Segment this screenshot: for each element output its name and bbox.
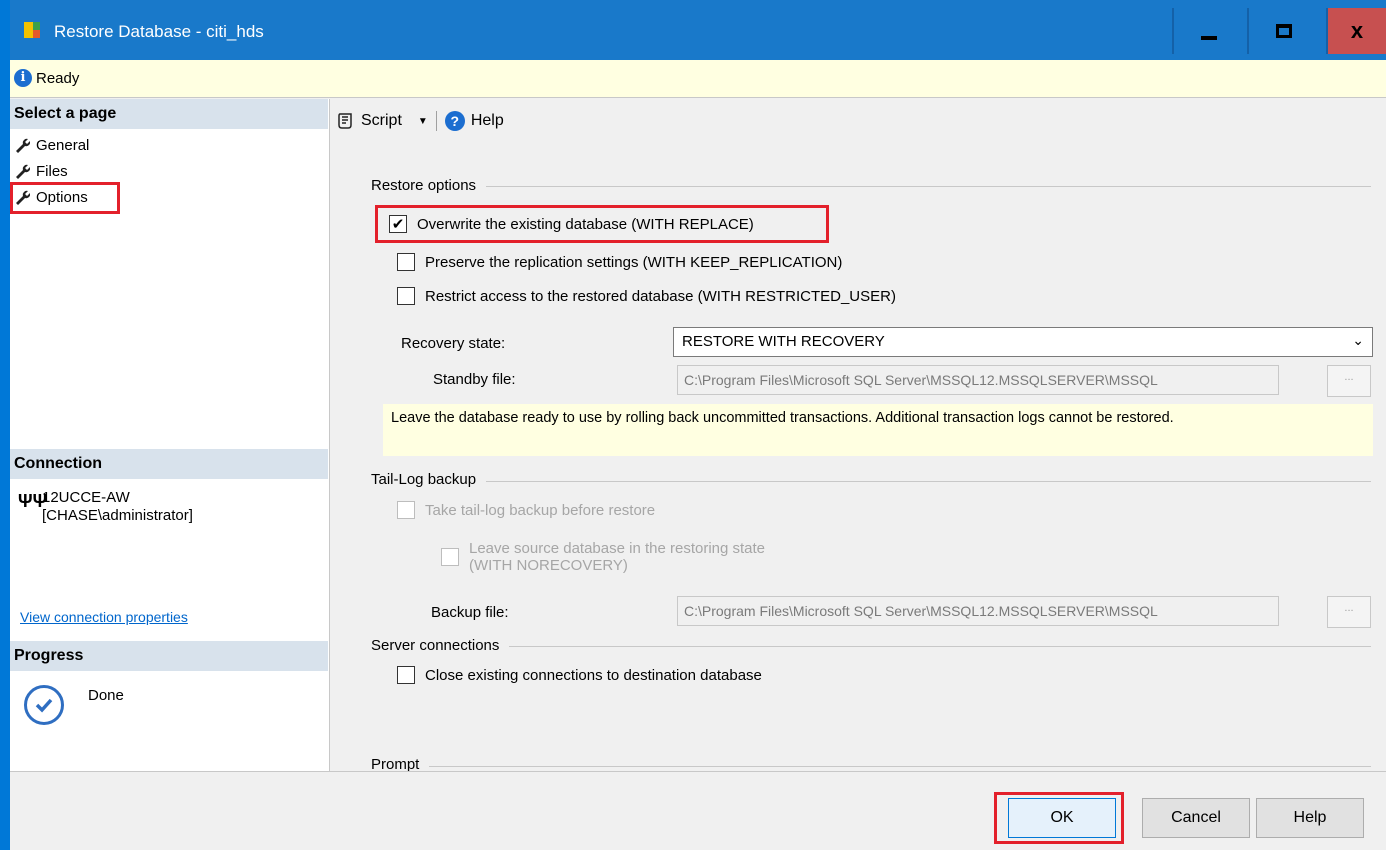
standby-file-browse-button[interactable]: ... [1327, 365, 1371, 397]
close-icon: x [1350, 18, 1364, 43]
preserve-replication-checkbox[interactable] [397, 253, 415, 271]
overwrite-highlight-box [375, 205, 829, 243]
maximize-button[interactable] [1247, 8, 1319, 54]
preserve-replication-label: Preserve the replication settings (WITH … [425, 253, 843, 271]
standby-file-input[interactable]: C:\Program Files\Microsoft SQL Server\MS… [677, 365, 1279, 395]
prompt-divider [371, 766, 1371, 767]
script-icon [338, 113, 352, 129]
connection-info: 12UCCE-AW [CHASE\administrator] [42, 489, 193, 525]
maximize-icon [1276, 24, 1292, 38]
close-connections-label: Close existing connections to destinatio… [425, 666, 762, 684]
progress-header: Progress [10, 641, 328, 671]
restore-options-label: Restore options [371, 177, 487, 194]
script-label: Script [361, 112, 402, 129]
script-button[interactable]: Script ▼ [337, 112, 428, 130]
close-connections-checkbox[interactable] [397, 666, 415, 684]
restrict-access-option[interactable]: Restrict access to the restored database… [397, 287, 896, 305]
ok-highlight-box [994, 792, 1124, 844]
tail-log-label: Tail-Log backup [371, 471, 487, 488]
options-highlight-box [10, 182, 120, 214]
standby-file-label: Standby file: [433, 371, 516, 388]
leave-source-option[interactable]: Leave source database in the restoring s… [441, 540, 765, 574]
toolbar-separator [435, 111, 437, 131]
connection-user: [CHASE\administrator] [42, 507, 193, 524]
restrict-access-checkbox[interactable] [397, 287, 415, 305]
help-toolbar-button[interactable]: ? Help [444, 111, 504, 131]
toolbar: Script ▼ ? Help [337, 111, 504, 131]
restrict-access-label: Restrict access to the restored database… [425, 287, 896, 305]
restore-options-divider [371, 186, 1371, 187]
recovery-state-select[interactable]: RESTORE WITH RECOVERY ⌄ [673, 327, 1373, 357]
take-tail-log-checkbox[interactable] [397, 501, 415, 519]
progress-status: Done [88, 687, 124, 704]
help-button[interactable]: Help [1256, 798, 1364, 838]
minimize-button[interactable] [1172, 8, 1244, 54]
server-connections-label: Server connections [371, 637, 510, 654]
page-item-files[interactable]: Files [14, 159, 68, 183]
cancel-button[interactable]: Cancel [1142, 798, 1250, 838]
backup-file-label: Backup file: [431, 604, 509, 621]
server-connections-divider [371, 646, 1371, 647]
page-item-label: General [36, 136, 90, 154]
connection-header: Connection [10, 449, 328, 479]
status-text: Ready [36, 70, 80, 87]
close-connections-option[interactable]: Close existing connections to destinatio… [397, 666, 762, 684]
backup-file-browse-button[interactable]: ... [1327, 596, 1371, 628]
info-icon: i [14, 69, 32, 87]
leave-source-line-1: Leave source database in the restoring s… [469, 540, 766, 557]
take-tail-log-label: Take tail-log backup before restore [425, 501, 656, 519]
wrench-icon [16, 138, 30, 153]
leave-source-checkbox[interactable] [441, 548, 459, 566]
restore-database-window: Restore Database - citi_hds x i Ready Se… [10, 0, 1386, 850]
dialog-footer: OK Cancel Help [10, 771, 1386, 850]
recovery-state-value: RESTORE WITH RECOVERY [682, 333, 885, 350]
view-connection-properties-link[interactable]: View connection properties [20, 609, 188, 625]
recovery-state-description: Leave the database ready to use by rolli… [383, 404, 1373, 456]
recovery-state-label: Recovery state: [401, 335, 506, 352]
options-page: Script ▼ ? Help Restore options ✔ Overwr… [331, 99, 1386, 773]
minimize-icon [1201, 36, 1217, 40]
status-bar: i Ready [10, 60, 1386, 98]
title-bar: Restore Database - citi_hds x [10, 0, 1386, 60]
checkmark-circle-icon [24, 685, 64, 725]
ssms-app-icon [24, 22, 40, 38]
page-item-general[interactable]: General [14, 133, 89, 157]
chevron-down-icon[interactable]: ▼ [418, 116, 428, 127]
preserve-replication-option[interactable]: Preserve the replication settings (WITH … [397, 253, 842, 271]
tail-log-divider [371, 481, 1371, 482]
leave-source-label: Leave source database in the restoring s… [469, 540, 765, 574]
window-title: Restore Database - citi_hds [54, 22, 264, 41]
select-page-header: Select a page [10, 99, 328, 129]
chevron-down-icon: ⌄ [1352, 332, 1364, 348]
close-button[interactable]: x [1326, 8, 1386, 54]
connection-server: 12UCCE-AW [42, 489, 130, 506]
wrench-icon [16, 164, 30, 179]
page-item-label: Files [36, 162, 68, 180]
help-label: Help [470, 112, 504, 129]
leave-source-line-2: (WITH NORECOVERY) [469, 557, 628, 574]
left-pane: Select a page General Files Options Conn… [10, 99, 330, 771]
help-icon: ? [444, 111, 465, 131]
backup-file-input[interactable]: C:\Program Files\Microsoft SQL Server\MS… [677, 596, 1279, 626]
take-tail-log-option[interactable]: Take tail-log backup before restore [397, 501, 655, 519]
